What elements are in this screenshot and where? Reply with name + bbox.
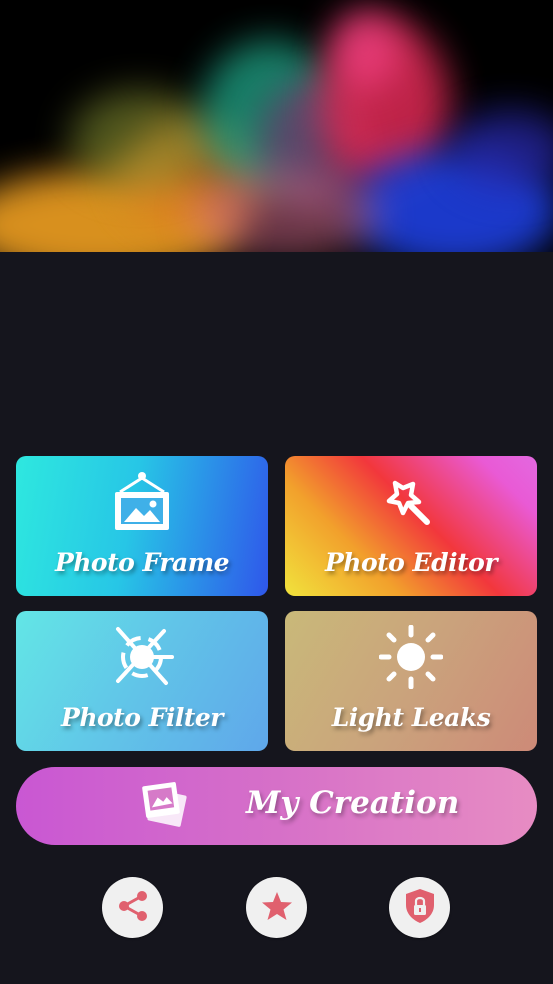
share-icon: [116, 889, 150, 927]
photo-frame-tile[interactable]: Photo Frame: [16, 456, 268, 596]
magic-wand-icon: [381, 470, 441, 536]
share-button[interactable]: [102, 877, 163, 938]
aperture-filter-icon: [110, 625, 174, 693]
my-creation-label: My Creation: [246, 785, 460, 821]
photo-stack-icon: [138, 778, 192, 836]
hero-banner-image: [0, 0, 553, 252]
sun-icon: [378, 624, 444, 693]
photo-editor-label: Photo Editor: [324, 548, 498, 577]
lock-shield-icon: [403, 887, 437, 929]
photo-filter-label: Photo Filter: [61, 703, 223, 732]
rate-button[interactable]: [246, 877, 307, 938]
light-leaks-label: Light Leaks: [331, 703, 491, 732]
light-leaks-tile[interactable]: Light Leaks: [285, 611, 537, 751]
photo-frame-label: Photo Frame: [54, 548, 230, 577]
photo-editor-tile[interactable]: Photo Editor: [285, 456, 537, 596]
photo-filter-tile[interactable]: Photo Filter: [16, 611, 268, 751]
privacy-button[interactable]: [389, 877, 450, 938]
picture-frame-icon: [112, 470, 172, 536]
star-icon: [260, 889, 294, 927]
my-creation-button[interactable]: My Creation: [16, 767, 537, 845]
